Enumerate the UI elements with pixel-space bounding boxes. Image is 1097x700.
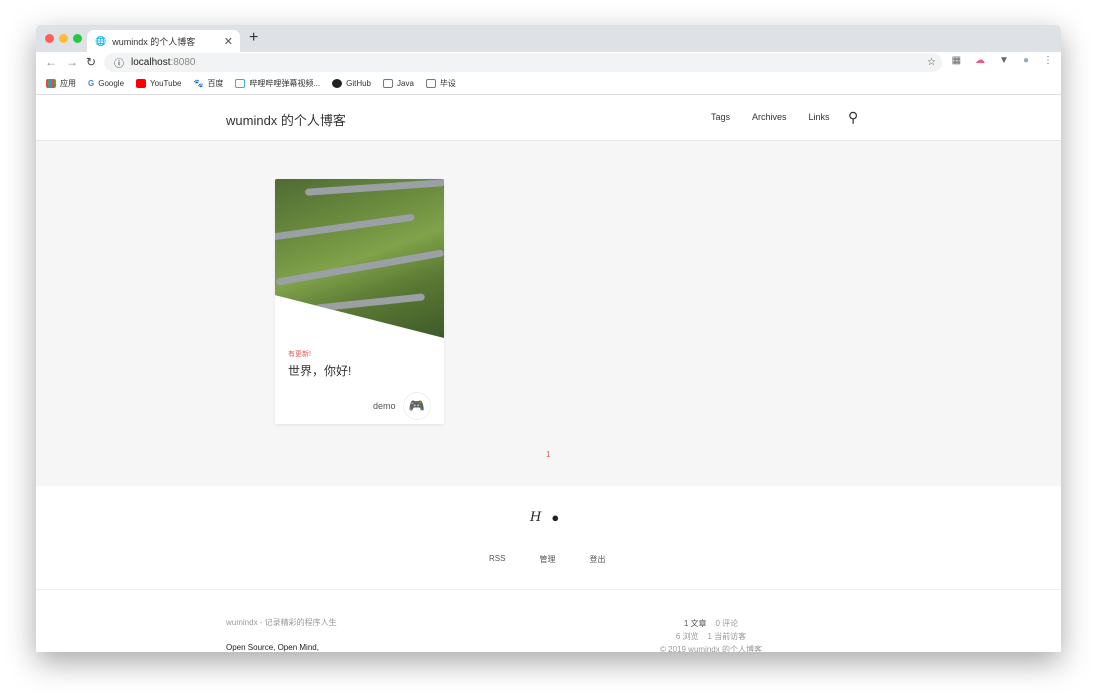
- bookmark-baidu[interactable]: 🐾 百度: [193, 78, 223, 89]
- new-tab-button[interactable]: +: [249, 29, 258, 47]
- minimize-window-button[interactable]: [59, 34, 68, 43]
- forward-icon[interactable]: →: [66, 55, 78, 69]
- github-icon: [332, 79, 343, 88]
- main-content: 有更新! 世界，你好! demo 🎮 1: [36, 141, 1061, 486]
- extension-icon[interactable]: ▦: [952, 55, 961, 66]
- stat-comments: 0 评论: [715, 619, 739, 628]
- folder-icon: [383, 79, 394, 88]
- post-card[interactable]: 有更新! 世界，你好! demo 🎮: [275, 179, 444, 424]
- bookmark-google[interactable]: G Google: [88, 79, 124, 88]
- browser-tab[interactable]: 🌐 wumindx 的个人博客 ✕: [87, 30, 240, 52]
- vue-extension-icon[interactable]: ▼: [999, 55, 1009, 66]
- maximize-window-button[interactable]: [73, 34, 82, 43]
- pagination-page-1[interactable]: 1: [546, 450, 550, 459]
- search-icon[interactable]: ⚲: [848, 109, 858, 126]
- nav-archives[interactable]: Archives: [752, 112, 787, 122]
- footer-rss-link[interactable]: RSS: [489, 554, 505, 565]
- youtube-icon: [136, 79, 147, 88]
- footer-slogan: wumindx - 记录精彩的程序人生: [226, 618, 337, 627]
- bookmark-bishe[interactable]: 毕设: [425, 78, 456, 89]
- apps-grid-icon: [46, 79, 56, 88]
- footer-divider: [36, 589, 1061, 590]
- post-title[interactable]: 世界，你好!: [288, 362, 351, 379]
- folder-icon: [425, 79, 436, 88]
- bookmark-youtube[interactable]: YouTube: [136, 79, 181, 88]
- bookmarks-bar: 应用 G Google YouTube 🐾 百度 哔哩哔哩弹幕视频... GitHu…: [36, 73, 1061, 95]
- bookmark-bilibili[interactable]: 哔哩哔哩弹幕视频...: [235, 78, 320, 89]
- google-icon: G: [88, 79, 95, 88]
- cloud-extension-icon[interactable]: ☁: [975, 55, 985, 66]
- tab-title: wumindx 的个人博客: [112, 36, 196, 47]
- close-tab-icon[interactable]: ✕: [224, 35, 233, 48]
- halo-icon[interactable]: H: [530, 510, 541, 525]
- url-input[interactable]: ⓘ localhost:8080 ☆: [104, 53, 942, 72]
- bookmark-github[interactable]: GitHub: [332, 79, 371, 88]
- github-icon[interactable]: ●: [551, 510, 559, 525]
- baidu-paw-icon: 🐾: [193, 79, 204, 88]
- site-stats: 1 文章 0 评论 6 浏览 1 当前访客 © 2019 wumindx 的个人…: [636, 617, 786, 652]
- nav-tags[interactable]: Tags: [711, 112, 730, 122]
- post-cover-image[interactable]: [275, 179, 444, 338]
- footer-logout-link[interactable]: 登出: [589, 554, 605, 565]
- profile-avatar[interactable]: ●: [1023, 55, 1029, 66]
- url-host: localhost: [131, 57, 171, 68]
- bilibili-icon: [235, 79, 246, 88]
- footer-motto: Open Source, Open Mind,: [226, 643, 319, 652]
- site-footer: H ● RSS 管理 登出 wumindx - 记录精彩的程序人生 Open So…: [36, 486, 1061, 652]
- footer-admin-link[interactable]: 管理: [539, 554, 555, 565]
- info-icon: ⓘ: [114, 59, 124, 70]
- star-icon[interactable]: ☆: [927, 57, 936, 68]
- copyright: © 2019 wumindx 的个人博客: [660, 645, 762, 652]
- bookmark-apps[interactable]: 应用: [46, 78, 76, 89]
- back-icon[interactable]: ←: [45, 55, 57, 69]
- stat-views: 6 浏览: [675, 632, 699, 641]
- nav-links[interactable]: Links: [809, 112, 830, 122]
- reload-icon[interactable]: ↻: [86, 55, 96, 69]
- author-avatar: 🎮: [403, 392, 431, 420]
- close-window-button[interactable]: [45, 34, 54, 43]
- gamepad-icon: 🎮: [408, 398, 426, 413]
- post-author: demo: [373, 401, 396, 411]
- address-bar-row: ← → ↻ ⓘ localhost:8080 ☆ ▦ ☁ ▼ ● ⋮: [36, 52, 1061, 73]
- browser-window: 🌐 wumindx 的个人博客 ✕ + ← → ↻ ⓘ localhost:8080 ☆…: [36, 25, 1061, 652]
- globe-icon: 🌐: [95, 35, 107, 46]
- site-header: wumindx 的个人博客 Tags Archives Links ⚲: [36, 95, 1061, 141]
- tab-bar: 🌐 wumindx 的个人博客 ✕ +: [36, 25, 1061, 52]
- stat-articles: 1 文章: [683, 619, 707, 628]
- bookmark-java[interactable]: Java: [383, 79, 414, 88]
- url-port: :8080: [170, 57, 196, 68]
- post-tag[interactable]: 有更新!: [288, 349, 311, 359]
- stat-visitors: 1 当前访客: [707, 632, 747, 641]
- more-menu-icon[interactable]: ⋮: [1043, 55, 1053, 66]
- site-logo[interactable]: wumindx 的个人博客: [226, 110, 346, 129]
